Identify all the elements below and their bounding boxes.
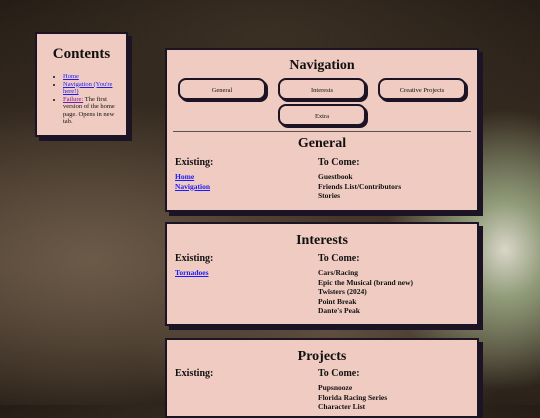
projects-to-come-label: To Come: (318, 368, 360, 379)
interests-to-come-list: Cars/Racing Epic the Musical (brand new)… (318, 268, 413, 316)
contents-list: Home Navigation (You're here!) Failure: … (43, 73, 120, 126)
creative-projects-button[interactable]: Creative Projects (378, 78, 466, 100)
interests-to-come-label: To Come: (318, 253, 360, 264)
list-item: Epic the Musical (brand new) (318, 277, 414, 287)
general-home-link[interactable]: Home (175, 172, 210, 182)
contents-panel: Contents Home Navigation (You're here!) … (35, 32, 128, 137)
list-item: Guestbook (318, 172, 353, 181)
interests-button[interactable]: Interests (278, 78, 366, 100)
projects-panel: Projects Existing: To Come: Pupsnooze Fl… (165, 338, 479, 418)
general-existing-label: Existing: (175, 157, 214, 168)
general-button[interactable]: General (178, 78, 266, 100)
general-title: General (297, 136, 347, 151)
general-existing-list: Home Navigation (175, 172, 210, 191)
interests-existing-list: Tornadoes (175, 268, 208, 278)
tornadoes-link[interactable]: Tornadoes (175, 268, 208, 278)
contents-item-failure: Failure: The first version of the home p… (63, 96, 120, 126)
navigation-title: Navigation (289, 58, 355, 73)
navigation-link[interactable]: Navigation (You're here!) (63, 81, 112, 96)
list-item: Dante's Peak (318, 306, 360, 315)
projects-existing-label: Existing: (175, 368, 214, 379)
list-item: Florida Racing Series (318, 392, 388, 402)
list-item: Twisters (2024) (318, 287, 367, 296)
list-item: Stories (318, 191, 341, 200)
general-to-come-list: Guestbook Friends List/Contributors Stor… (318, 172, 401, 201)
projects-title: Projects (297, 349, 347, 364)
divider (173, 131, 471, 132)
general-to-come-label: To Come: (318, 157, 360, 168)
list-item: Pupsnooze (318, 383, 353, 392)
contents-item-navigation: Navigation (You're here!) (63, 81, 120, 96)
extra-button[interactable]: Extra (278, 104, 366, 126)
general-navigation-link[interactable]: Navigation (175, 182, 210, 192)
projects-to-come-list: Pupsnooze Florida Racing Series Characte… (318, 383, 387, 412)
list-item: Cars/Racing (318, 268, 358, 277)
contents-item-home: Home (63, 73, 120, 81)
list-item: Friends List/Contributors (318, 181, 402, 191)
interests-existing-label: Existing: (175, 253, 214, 264)
home-link[interactable]: Home (63, 73, 79, 80)
list-item: Character List (318, 402, 366, 411)
list-item: Point Break (318, 296, 357, 306)
interests-title: Interests (296, 233, 348, 248)
failure-link[interactable]: Failure: (63, 96, 83, 103)
interests-panel: Interests Existing: To Come: Tornadoes C… (165, 222, 479, 326)
navigation-panel: Navigation General Interests Creative Pr… (165, 48, 479, 212)
contents-title: Contents (52, 46, 111, 62)
